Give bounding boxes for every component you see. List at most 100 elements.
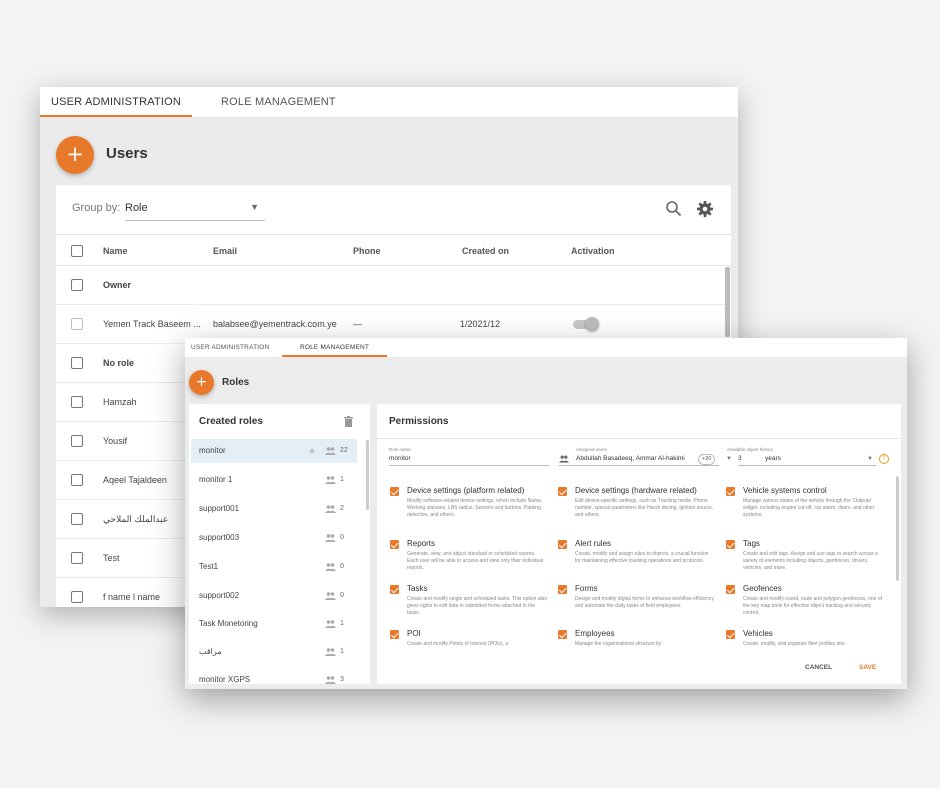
history-underline — [738, 465, 876, 466]
permission-title: POI — [407, 629, 421, 638]
trash-icon[interactable] — [344, 416, 353, 427]
permission-checkbox[interactable] — [726, 487, 735, 496]
row-checkbox[interactable] — [71, 591, 83, 603]
role-item[interactable]: مراقب 1 — [191, 640, 357, 664]
permission-checkbox[interactable] — [726, 585, 735, 594]
role-item[interactable]: support001 2 — [191, 497, 357, 521]
row-checkbox[interactable] — [71, 279, 83, 291]
role-user-count: 1 — [340, 648, 344, 655]
users-icon — [325, 648, 336, 656]
tab-bar: USER ADMINISTRATION ROLE MANAGEMENT — [185, 338, 907, 357]
group-name: Owner — [103, 280, 132, 290]
add-user-button[interactable]: + — [56, 136, 94, 174]
role-name: مراقب — [199, 647, 222, 656]
row-checkbox[interactable] — [71, 552, 83, 564]
permission-checkbox[interactable] — [390, 540, 399, 549]
more-users-chip[interactable]: +20 — [698, 454, 716, 465]
permission-description: Manage the organizational structure by — [575, 641, 662, 647]
tab-role-management[interactable]: ROLE MANAGEMENT — [282, 338, 387, 357]
chevron-down-icon[interactable]: ▼ — [726, 456, 732, 462]
table-group-row[interactable]: Owner — [56, 266, 731, 305]
permission-checkbox[interactable] — [558, 630, 567, 639]
permission-description: Create, modify and assign rules to objec… — [575, 551, 709, 565]
role-name: Task Monetoring — [199, 619, 258, 628]
permission-description: Generate, view, and adjust standard or s… — [407, 551, 544, 572]
column-header-phone[interactable]: Phone — [353, 235, 381, 267]
permission-description: Create and modify single and scheduled t… — [407, 596, 547, 617]
users-icon — [325, 592, 336, 600]
created-roles-title: Created roles — [199, 416, 263, 427]
save-button[interactable]: SAVE — [859, 664, 876, 671]
gear-icon[interactable] — [695, 199, 715, 219]
permission-description: Design and modify digital forms to enhan… — [575, 596, 714, 610]
role-user-count: 0 — [340, 534, 344, 541]
chevron-down-icon[interactable]: ▼ — [867, 456, 873, 462]
role-item[interactable]: monitor XGPS 3 — [191, 668, 357, 684]
help-icon[interactable]: ? — [879, 454, 889, 464]
permission-title: Reports — [407, 539, 436, 548]
row-checkbox[interactable] — [71, 435, 83, 447]
row-checkbox[interactable] — [71, 357, 83, 369]
role-name: monitor XGPS — [199, 675, 251, 684]
column-header-email[interactable]: Email — [213, 235, 237, 267]
tab-user-administration[interactable]: USER ADMINISTRATION — [40, 87, 192, 117]
permissions-title: Permissions — [389, 416, 449, 427]
users-icon — [325, 505, 336, 513]
permission-checkbox[interactable] — [726, 630, 735, 639]
permission-title: Tags — [743, 539, 760, 548]
table-header: Name Email Phone Created on Activation — [56, 234, 731, 266]
row-checkbox[interactable] — [71, 513, 83, 525]
user-name: Yousif — [103, 436, 128, 446]
history-value-field[interactable]: 3 — [738, 455, 742, 462]
role-user-count: 0 — [340, 592, 344, 599]
role-item[interactable]: Task Monetoring 1 — [191, 612, 357, 636]
permission-checkbox[interactable] — [726, 540, 735, 549]
column-header-name[interactable]: Name — [103, 235, 128, 267]
star-icon[interactable]: ★ — [308, 439, 316, 463]
role-item[interactable]: support003 0 — [191, 526, 357, 550]
role-name-field[interactable]: monitor — [389, 455, 411, 462]
group-by-label: Group by: — [72, 202, 121, 214]
select-all-checkbox[interactable] — [71, 245, 83, 257]
permission-description: Create, modify, and organize fleet profi… — [743, 641, 845, 647]
search-icon[interactable] — [664, 199, 684, 219]
row-checkbox[interactable] — [71, 474, 83, 486]
role-item[interactable]: Test1 0 — [191, 555, 357, 579]
permission-checkbox[interactable] — [558, 540, 567, 549]
role-item[interactable]: monitor 1 1 — [191, 468, 357, 492]
permission-checkbox[interactable] — [390, 585, 399, 594]
permission-title: Alert rules — [575, 539, 612, 548]
role-item[interactable]: support002 0 — [191, 584, 357, 608]
permission-checkbox[interactable] — [558, 585, 567, 594]
permission-checkbox[interactable] — [390, 630, 399, 639]
row-checkbox[interactable] — [71, 318, 83, 330]
role-user-count: 2 — [340, 505, 344, 512]
permissions-footer: CANCEL SAVE — [377, 650, 901, 684]
cancel-button[interactable]: CANCEL — [805, 664, 832, 671]
activation-toggle[interactable] — [573, 317, 599, 331]
table-scrollbar[interactable] — [725, 267, 730, 337]
role-user-count: 3 — [340, 676, 344, 683]
group-by-select[interactable]: Role ▼ — [125, 202, 265, 221]
permission-checkbox[interactable] — [558, 487, 567, 496]
role-name-underline — [389, 465, 549, 466]
permissions-scrollbar[interactable] — [896, 476, 899, 581]
roles-scrollbar[interactable] — [366, 440, 369, 510]
row-checkbox[interactable] — [71, 396, 83, 408]
role-item[interactable]: monitor ★ 22 — [191, 439, 357, 463]
permission-description: Manage various states of the vehicle thr… — [743, 498, 875, 519]
add-role-button[interactable]: + — [189, 370, 214, 395]
history-unit-select[interactable]: years — [765, 455, 781, 462]
assigned-users-label: Assigned users — [576, 447, 607, 452]
tab-role-management[interactable]: ROLE MANAGEMENT — [221, 87, 336, 117]
permission-checkbox[interactable] — [390, 487, 399, 496]
permission-title: Employees — [575, 629, 615, 638]
users-icon — [559, 455, 569, 463]
users-icon — [325, 620, 336, 628]
user-name: عبدالملك الملاحي — [103, 514, 169, 524]
column-header-created-on[interactable]: Created on — [462, 235, 509, 267]
assigned-users-field[interactable]: Abdullah Basadeeq, Ammar Al-hakimi — [576, 455, 685, 462]
tab-user-administration[interactable]: USER ADMINISTRATION — [191, 338, 269, 357]
user-name: Hamzah — [103, 397, 137, 407]
column-header-activation[interactable]: Activation — [571, 235, 615, 267]
